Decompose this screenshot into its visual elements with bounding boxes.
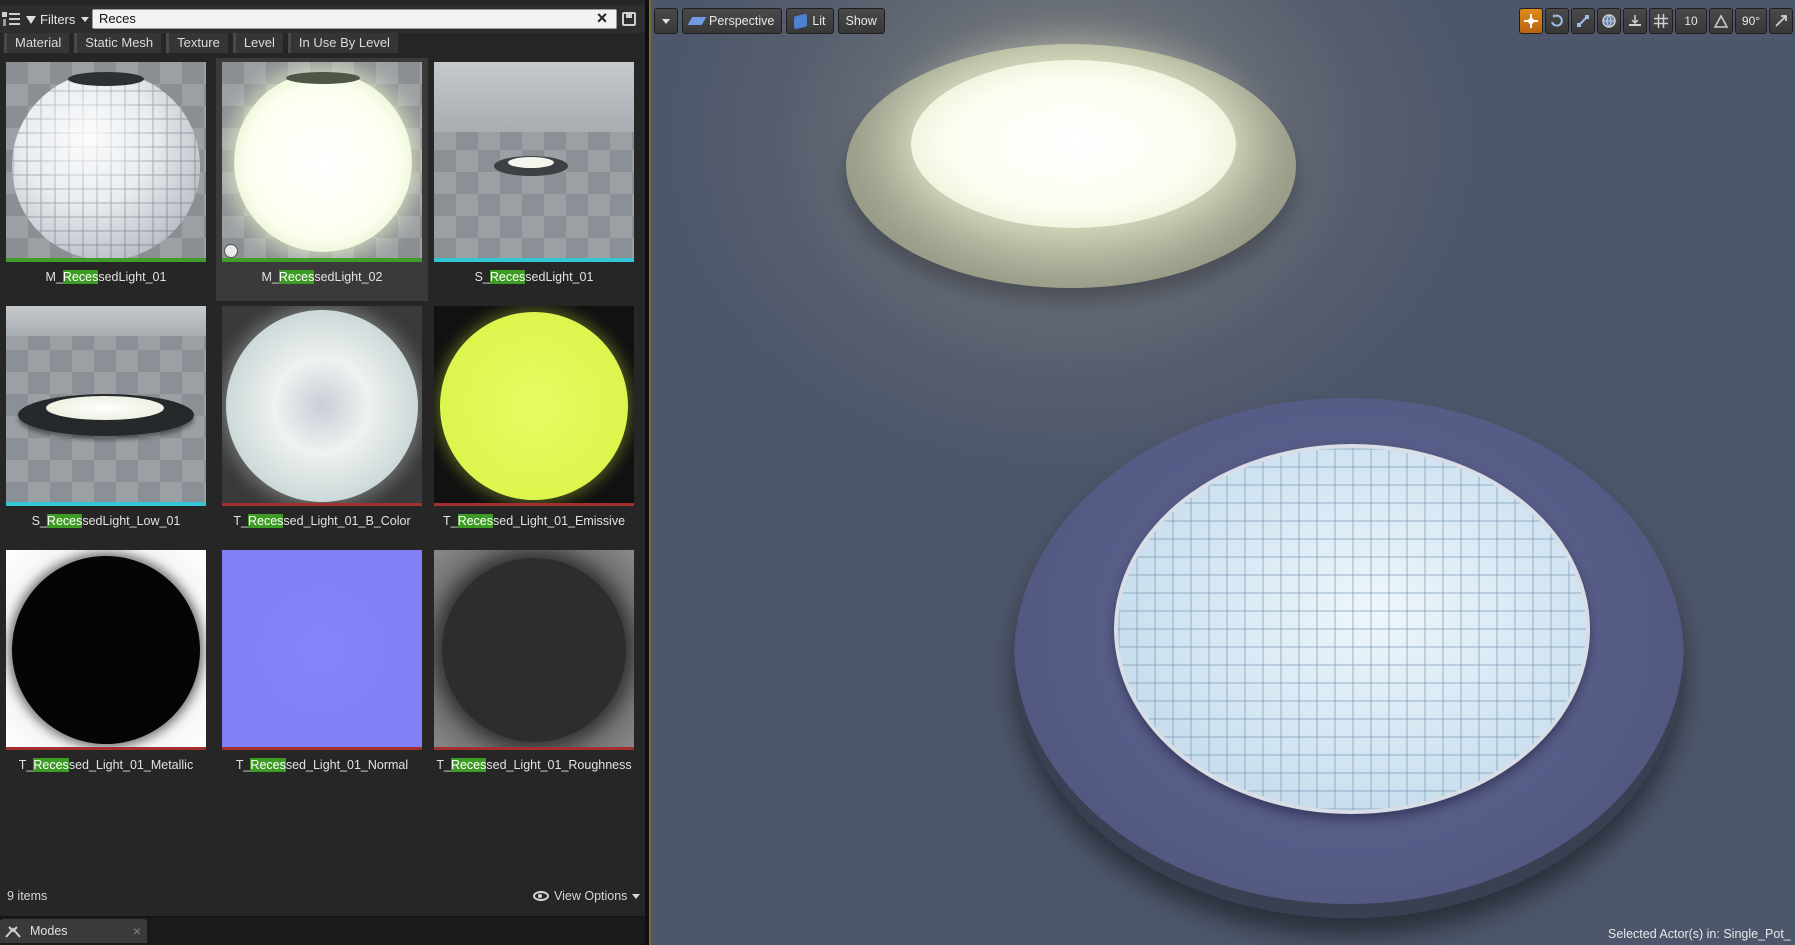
- asset-thumbnail: [6, 62, 206, 262]
- surface-snap-icon[interactable]: [1623, 8, 1647, 34]
- perspective-label: Perspective: [709, 14, 775, 28]
- show-label: Show: [845, 14, 877, 28]
- filter-chip-level[interactable]: Level: [232, 33, 283, 53]
- asset-thumbnail: [434, 306, 634, 506]
- asset-name: T_Recessed_Light_01_Metallic: [18, 758, 194, 772]
- view-options-button[interactable]: View Options: [533, 889, 641, 903]
- asset-name: T_Recessed_Light_01_Normal: [235, 758, 409, 772]
- grid-snap-value[interactable]: 10: [1675, 8, 1707, 34]
- lit-label: Lit: [812, 14, 826, 28]
- asset-name: M_RecessedLight_01: [45, 270, 167, 284]
- asset-thumbnail: [222, 550, 422, 750]
- angle-snap-icon[interactable]: [1709, 8, 1733, 34]
- asset-name: S_RecessedLight_Low_01: [31, 514, 181, 528]
- eye-icon: [533, 891, 549, 901]
- chevron-down-icon: [632, 893, 641, 899]
- sources-panel-toggle-icon[interactable]: [2, 11, 20, 27]
- asset-name: T_Recessed_Light_01_B_Color: [233, 514, 411, 528]
- search-toolbar: Filters Reces ×: [0, 5, 645, 33]
- tab-modes[interactable]: Modes ×: [0, 919, 147, 943]
- active-filter-list: Material Static Mesh Texture Level In Us…: [4, 33, 398, 55]
- grid-snap-icon[interactable]: [1649, 8, 1673, 34]
- selected-actor-status: Selected Actor(s) in: Single_Pot_: [1608, 927, 1791, 941]
- asset-thumbnail: [6, 306, 206, 506]
- viewport-toolbar-right: 10 90°: [1519, 8, 1793, 34]
- asset-tile[interactable]: T_Recessed_Light_01_Normal: [216, 546, 428, 789]
- recessed-light-lens: [1114, 444, 1590, 814]
- viewport-toolbar-left: Perspective Lit Show: [654, 8, 885, 34]
- rotate-mode-icon[interactable]: [1545, 8, 1569, 34]
- scale-mode-icon[interactable]: [1571, 8, 1595, 34]
- asset-tile[interactable]: T_Recessed_Light_01_B_Color: [216, 302, 428, 545]
- save-search-icon[interactable]: [622, 12, 636, 26]
- asset-thumbnail: [222, 62, 422, 262]
- perspective-button[interactable]: Perspective: [682, 8, 783, 34]
- asset-thumbnail: [6, 550, 206, 750]
- translate-mode-icon[interactable]: [1519, 8, 1543, 34]
- level-viewport[interactable]: Perspective Lit Show 10 90° Selected Act…: [651, 0, 1795, 945]
- asset-name: S_RecessedLight_01: [474, 270, 594, 284]
- recessed-light-emissive: [911, 60, 1236, 228]
- asset-tile[interactable]: T_Recessed_Light_01_Roughness: [428, 546, 640, 789]
- asset-tile-selected[interactable]: M_RecessedLight_02: [216, 58, 428, 301]
- asset-tile[interactable]: T_Recessed_Light_01_Metallic: [0, 546, 212, 789]
- asset-tile[interactable]: S_RecessedLight_01: [428, 58, 640, 301]
- view-options-label: View Options: [554, 889, 628, 903]
- maximize-viewport-icon[interactable]: [1769, 8, 1793, 34]
- filter-chip-texture[interactable]: Texture: [166, 33, 228, 53]
- lit-cube-icon: [794, 13, 808, 29]
- filter-chip-in-use-by-level[interactable]: In Use By Level: [287, 33, 398, 53]
- close-icon[interactable]: ×: [133, 923, 141, 939]
- asset-tile[interactable]: M_RecessedLight_01: [0, 58, 212, 301]
- viewport-options-button[interactable]: [654, 8, 678, 34]
- filters-label: Filters: [40, 11, 76, 27]
- asset-thumbnail: [434, 550, 634, 750]
- bottom-tab-bar: Modes ×: [0, 916, 645, 945]
- clear-search-icon[interactable]: ×: [594, 9, 610, 27]
- asset-thumbnail: [222, 306, 422, 506]
- asset-name: T_Recessed_Light_01_Emissive: [442, 514, 626, 528]
- search-input[interactable]: Reces: [92, 9, 617, 29]
- world-local-icon[interactable]: [1597, 8, 1621, 34]
- asset-thumbnail: [434, 62, 634, 262]
- chevron-down-icon: [81, 16, 90, 22]
- angle-snap-value[interactable]: 90°: [1735, 8, 1767, 34]
- asset-tile[interactable]: T_Recessed_Light_01_Emissive: [428, 302, 640, 545]
- asset-tile[interactable]: S_RecessedLight_Low_01: [0, 302, 212, 545]
- filter-chip-static-mesh[interactable]: Static Mesh: [74, 33, 162, 53]
- tab-modes-label: Modes: [30, 924, 68, 938]
- asset-grid: M_RecessedLight_01 M_RecessedLight_02 S_…: [0, 58, 645, 788]
- asset-name: M_RecessedLight_02: [261, 270, 383, 284]
- chevron-down-icon: [662, 18, 670, 24]
- show-button[interactable]: Show: [837, 8, 885, 34]
- content-browser: Filters Reces × Material Static Mesh Tex…: [0, 0, 645, 945]
- perspective-icon: [687, 17, 707, 25]
- view-mode-button[interactable]: Lit: [786, 8, 834, 34]
- asset-name: T_Recessed_Light_01_Roughness: [436, 758, 632, 772]
- item-count: 9 items: [7, 889, 48, 903]
- filter-chip-material[interactable]: Material: [4, 33, 70, 53]
- filter-funnel-icon: [26, 16, 36, 24]
- filters-button[interactable]: Filters: [26, 9, 90, 29]
- modes-icon: [5, 926, 21, 938]
